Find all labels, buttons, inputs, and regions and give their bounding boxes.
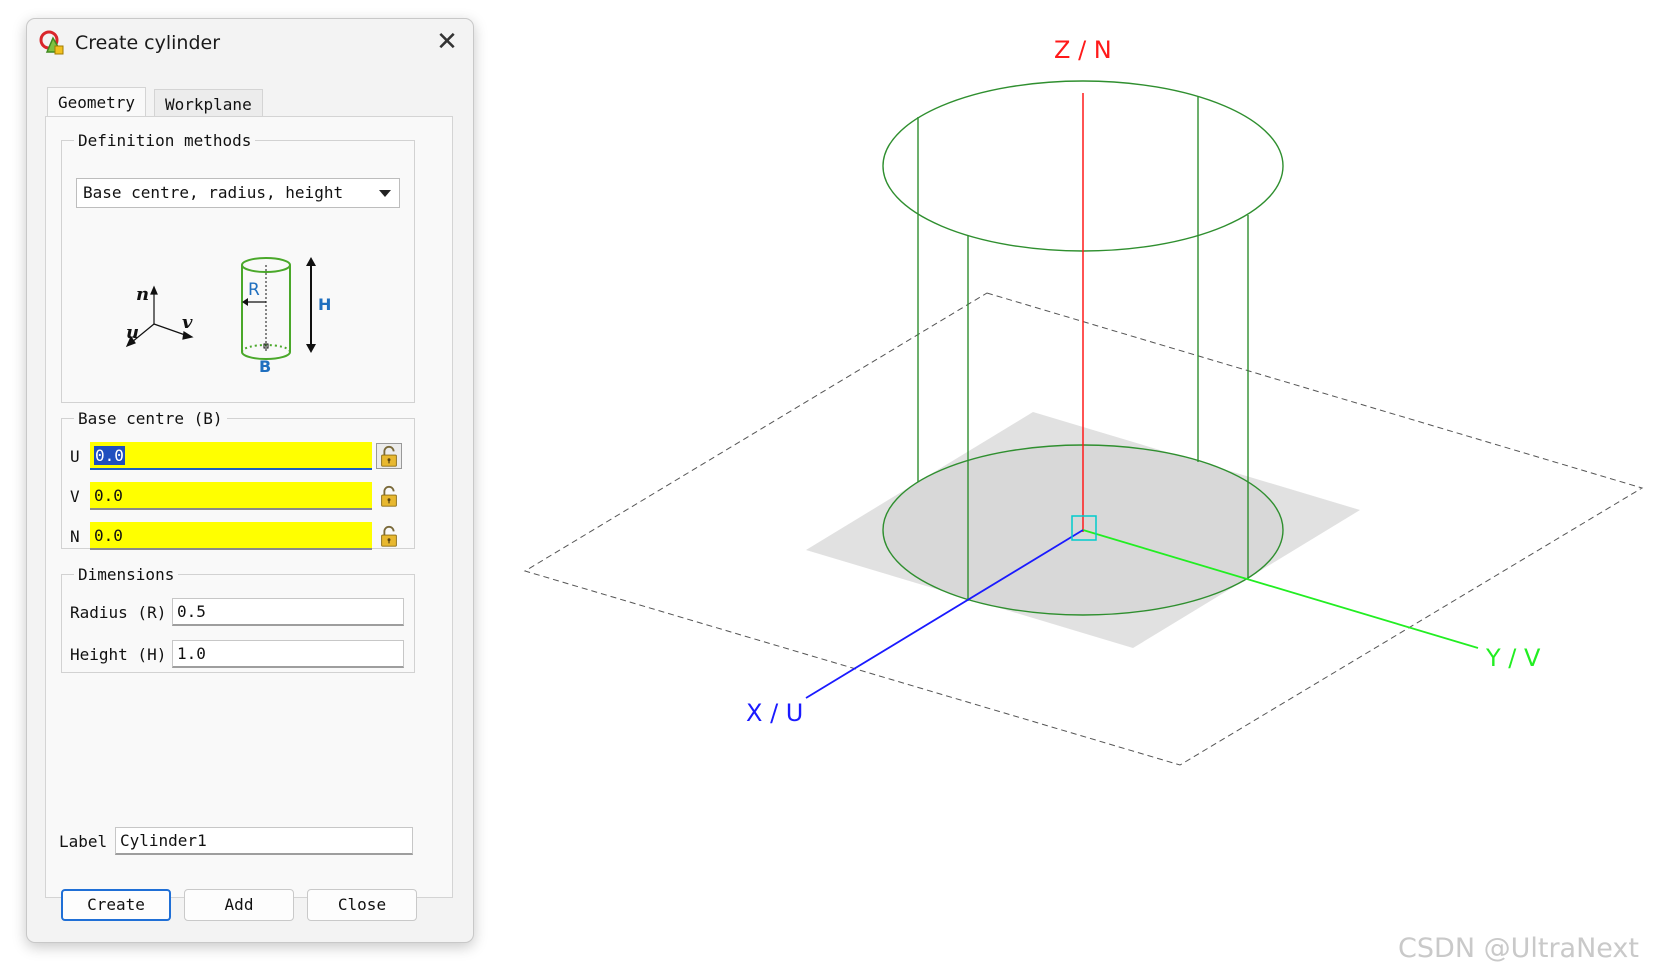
dimensions-group: Dimensions Radius (R) 0.5 Height (H) 1.0 <box>61 565 415 673</box>
radius-row: Radius (R) 0.5 <box>62 598 414 628</box>
create-button[interactable]: Create <box>61 889 171 921</box>
diagram-u-label: u <box>126 322 139 343</box>
lock-open-icon[interactable] <box>376 523 402 549</box>
diagram-r-label: R <box>248 280 260 300</box>
close-button-label: Close <box>337 895 387 914</box>
radius-input[interactable]: 0.5 <box>172 598 404 626</box>
base-n-label: N <box>70 527 80 546</box>
label-row: Label Cylinder1 <box>59 827 469 857</box>
close-button[interactable]: Close <box>307 889 417 921</box>
definition-methods-legend: Definition methods <box>78 131 252 150</box>
base-u-label: U <box>70 447 80 466</box>
base-u-value: 0.0 <box>94 446 125 465</box>
z-axis-label: Z / N <box>1054 36 1112 64</box>
cylinder-definition-diagram: n u v R B H <box>125 257 331 376</box>
base-u-row: U 0.0 <box>62 442 414 472</box>
base-n-row: N 0.0 <box>62 522 414 552</box>
diagram-n-label: n <box>136 284 149 305</box>
y-axis-label: Y / V <box>1485 644 1541 672</box>
x-axis-label: X / U <box>746 699 803 727</box>
base-v-label: V <box>70 487 80 506</box>
dialog-title: Create cylinder <box>75 32 221 54</box>
diagram-h-label: H <box>318 295 331 314</box>
label-field-label: Label <box>59 832 108 851</box>
lock-open-icon[interactable] <box>376 443 402 469</box>
close-icon[interactable]: ✕ <box>433 28 461 56</box>
title-bar[interactable]: Create cylinder ✕ <box>27 19 473 65</box>
base-centre-group: Base centre (B) U 0.0 V 0.0 N 0.0 <box>61 409 415 552</box>
create-button-label: Create <box>87 895 145 914</box>
base-v-input[interactable]: 0.0 <box>90 482 372 510</box>
base-centre-legend: Base centre (B) <box>78 409 223 428</box>
dimensions-legend: Dimensions <box>78 565 175 584</box>
chevron-down-icon <box>379 190 391 197</box>
height-input[interactable]: 1.0 <box>172 640 404 668</box>
tab-geometry[interactable]: Geometry <box>47 87 147 118</box>
app-logo-icon <box>39 30 64 55</box>
create-cylinder-dialog: Create cylinder ✕ Geometry Workplane Def… <box>26 18 474 943</box>
radius-label: Radius (R) <box>70 603 167 622</box>
add-button[interactable]: Add <box>184 889 294 921</box>
base-u-input[interactable]: 0.0 <box>90 442 372 470</box>
3d-viewport[interactable]: Z / N Y / V X / U <box>474 0 1657 976</box>
label-input[interactable]: Cylinder1 <box>115 827 413 855</box>
height-label: Height (H) <box>70 645 167 664</box>
definition-method-dropdown[interactable]: Base centre, radius, height <box>76 178 400 208</box>
definition-method-value: Base centre, radius, height <box>83 183 344 202</box>
tab-workplane[interactable]: Workplane <box>154 89 263 118</box>
lock-open-icon[interactable] <box>376 483 402 509</box>
diagram-b-label: B <box>259 357 271 376</box>
add-button-label: Add <box>224 895 254 914</box>
geometry-panel: Definition methods Base centre, radius, … <box>45 116 453 898</box>
watermark: CSDN @UltraNext <box>1398 933 1639 964</box>
base-v-row: V 0.0 <box>62 482 414 512</box>
base-n-input[interactable]: 0.0 <box>90 522 372 550</box>
height-row: Height (H) 1.0 <box>62 640 414 670</box>
definition-methods-group: Definition methods Base centre, radius, … <box>61 131 415 403</box>
diagram-v-label: v <box>182 312 193 333</box>
